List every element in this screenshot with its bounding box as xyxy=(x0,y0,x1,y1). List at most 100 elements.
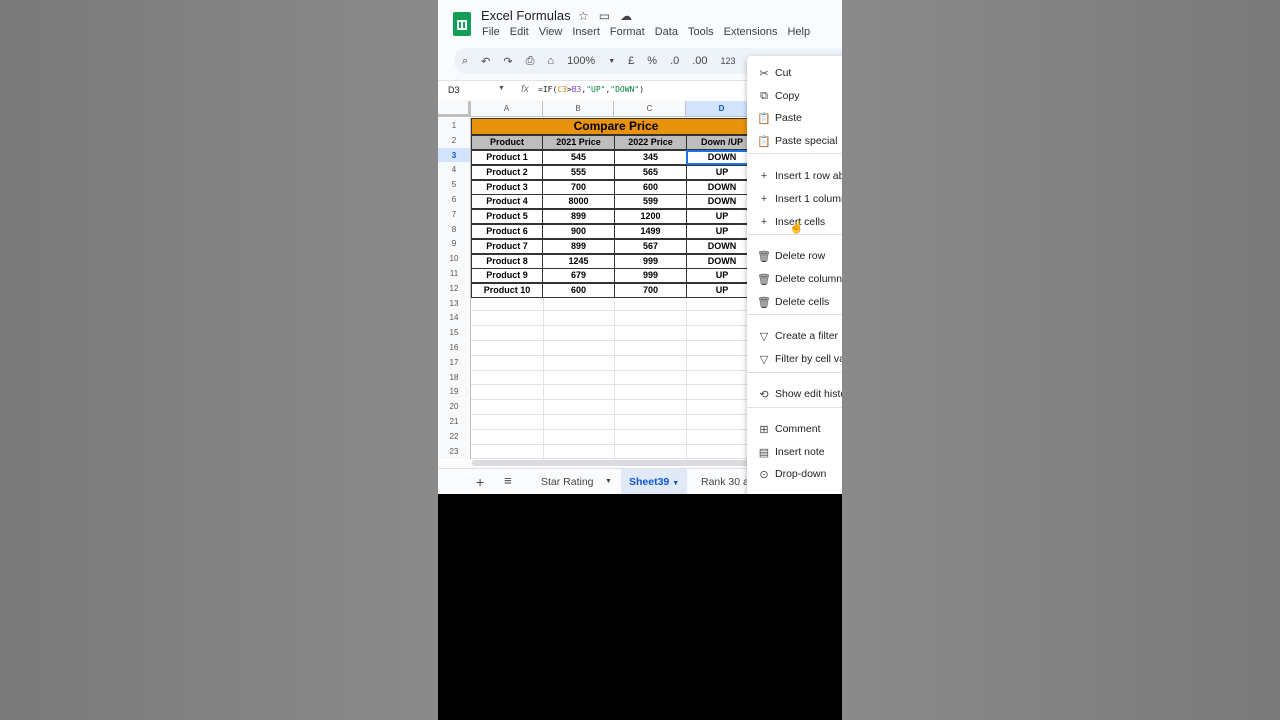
menu-item-create-a-filter[interactable]: ▽ Create a filter xyxy=(747,326,842,346)
decrease-decimal-button[interactable]: .0 xyxy=(670,55,679,67)
table-cell[interactable]: 999 xyxy=(614,253,687,269)
table-cell[interactable]: 565 xyxy=(614,164,687,180)
menu-item-show-edit-histo[interactable]: ⟲ Show edit histo xyxy=(747,384,842,404)
search-icon[interactable]: ⌕ xyxy=(462,55,468,68)
menu-format[interactable]: Format xyxy=(610,26,645,38)
row-header[interactable]: 15 xyxy=(438,325,471,341)
increase-decimal-button[interactable]: .00 xyxy=(692,55,707,67)
menu-item-delete-column[interactable]: 🗑 Delete column xyxy=(747,269,842,289)
column-header-c[interactable]: C xyxy=(614,101,686,117)
header-cell-2021-price[interactable]: 2021 Price xyxy=(542,135,615,150)
row-header[interactable]: 14 xyxy=(438,310,471,326)
table-cell[interactable]: Product 8 xyxy=(471,253,543,269)
table-cell[interactable]: Product 7 xyxy=(471,238,543,254)
table-cell[interactable]: 899 xyxy=(542,209,615,225)
table-cell[interactable]: Product 10 xyxy=(471,283,543,299)
row-header[interactable]: 9 xyxy=(438,236,471,252)
column-header-a[interactable]: A xyxy=(471,101,543,117)
row-header[interactable]: 8 xyxy=(438,221,471,237)
table-cell[interactable]: Product 5 xyxy=(471,209,543,225)
menu-tools[interactable]: Tools xyxy=(688,26,714,38)
star-icon[interactable]: ☆ xyxy=(578,9,589,23)
chevron-down-icon[interactable]: ▼ xyxy=(605,478,612,485)
row-header[interactable]: 13 xyxy=(438,295,471,311)
row-header[interactable]: 10 xyxy=(438,251,471,267)
menu-item-copy[interactable]: ⧉ Copy xyxy=(747,86,842,106)
redo-icon[interactable]: ↷ xyxy=(503,55,512,68)
row-header[interactable]: 21 xyxy=(438,414,471,429)
select-all-corner[interactable] xyxy=(438,101,471,117)
table-cell[interactable]: 600 xyxy=(542,283,615,299)
tab-star-rating[interactable]: Star Rating xyxy=(541,476,594,488)
chevron-down-icon[interactable]: ▼ xyxy=(608,58,615,65)
more-formats-button[interactable]: 123 xyxy=(721,56,736,66)
menu-view[interactable]: View xyxy=(539,26,563,38)
row-header[interactable]: 16 xyxy=(438,340,471,355)
table-cell[interactable]: Product 1 xyxy=(471,150,543,165)
menu-item-delete-cells[interactable]: 🗑 Delete cells xyxy=(747,292,842,312)
row-header[interactable]: 18 xyxy=(438,369,471,385)
table-cell[interactable]: 900 xyxy=(542,224,615,239)
all-sheets-button[interactable]: ≡ xyxy=(504,473,512,488)
row-header[interactable]: 1 xyxy=(438,118,471,133)
table-cell[interactable]: 1245 xyxy=(542,253,615,269)
menu-item-insert-note[interactable]: ▤ Insert note xyxy=(747,442,842,462)
header-cell-product[interactable]: Product xyxy=(471,135,543,150)
table-title-cell[interactable]: Compare Price xyxy=(471,118,761,135)
row-header[interactable]: 22 xyxy=(438,428,471,444)
table-cell[interactable]: 700 xyxy=(614,283,687,299)
table-cell[interactable]: 600 xyxy=(614,179,687,195)
table-cell[interactable]: 700 xyxy=(542,179,615,195)
table-cell[interactable]: 679 xyxy=(542,268,615,284)
sheets-logo-icon[interactable] xyxy=(453,12,471,36)
menu-data[interactable]: Data xyxy=(655,26,678,38)
menu-item-cut[interactable]: ✂ Cut xyxy=(747,63,842,83)
add-sheet-button[interactable]: + xyxy=(476,474,484,490)
row-header[interactable]: 2 xyxy=(438,132,471,148)
print-icon[interactable]: ⎙ xyxy=(526,55,535,68)
cloud-icon[interactable]: ☁ xyxy=(620,9,632,23)
table-cell[interactable]: Product 6 xyxy=(471,224,543,239)
menu-file[interactable]: File xyxy=(482,26,500,38)
menu-edit[interactable]: Edit xyxy=(510,26,529,38)
currency-button[interactable]: £ xyxy=(628,55,634,67)
tab-rank[interactable]: Rank 30 a xyxy=(701,476,749,488)
menu-insert[interactable]: Insert xyxy=(572,26,600,38)
row-header[interactable]: 6 xyxy=(438,192,471,207)
table-cell[interactable]: 999 xyxy=(614,268,687,284)
table-cell[interactable]: 345 xyxy=(614,150,687,165)
row-header[interactable]: 20 xyxy=(438,399,471,415)
chevron-down-icon[interactable]: ▼ xyxy=(498,85,505,92)
row-header[interactable]: 7 xyxy=(438,206,471,222)
formula-input[interactable]: =IF(C3>B3,"UP","DOWN") xyxy=(538,85,644,94)
menu-item-comment[interactable]: ⊞ Comment xyxy=(747,419,842,439)
row-header[interactable]: 3 xyxy=(438,147,471,163)
zoom-select[interactable]: 100% xyxy=(567,55,595,67)
table-cell[interactable]: Product 3 xyxy=(471,179,543,195)
menu-extensions[interactable]: Extensions xyxy=(724,26,778,38)
tab-sheet39[interactable]: Sheet39 ▼ xyxy=(621,469,688,494)
table-cell[interactable]: 1200 xyxy=(614,209,687,225)
horizontal-scrollbar[interactable] xyxy=(472,460,762,466)
table-cell[interactable]: Product 2 xyxy=(471,164,543,180)
column-header-b[interactable]: B xyxy=(543,101,614,117)
menu-item-paste-special[interactable]: 📋 Paste special xyxy=(747,131,842,151)
menu-help[interactable]: Help xyxy=(787,26,810,38)
paint-format-icon[interactable]: ⌂ xyxy=(547,55,554,67)
row-header[interactable]: 19 xyxy=(438,384,471,400)
row-header[interactable]: 17 xyxy=(438,354,471,370)
table-cell[interactable]: Product 4 xyxy=(471,194,543,210)
menu-item-drop-down[interactable]: ⊙ Drop-down xyxy=(747,464,842,484)
menu-item-delete-row[interactable]: 🗑 Delete row xyxy=(747,246,842,266)
table-cell[interactable]: 1499 xyxy=(614,224,687,239)
table-cell[interactable]: 567 xyxy=(614,238,687,254)
table-cell[interactable]: 545 xyxy=(542,150,615,165)
percent-button[interactable]: % xyxy=(647,55,657,67)
table-cell[interactable]: 555 xyxy=(542,164,615,180)
row-header[interactable]: 11 xyxy=(438,266,471,281)
name-box[interactable]: D3 xyxy=(448,85,460,95)
menu-item-filter-by-cell-va[interactable]: ▽ Filter by cell va xyxy=(747,349,842,369)
menu-item-insert-1-column[interactable]: + Insert 1 column xyxy=(747,189,842,209)
table-cell[interactable]: 8000 xyxy=(542,194,615,210)
menu-item-paste[interactable]: 📋 Paste xyxy=(747,108,842,128)
